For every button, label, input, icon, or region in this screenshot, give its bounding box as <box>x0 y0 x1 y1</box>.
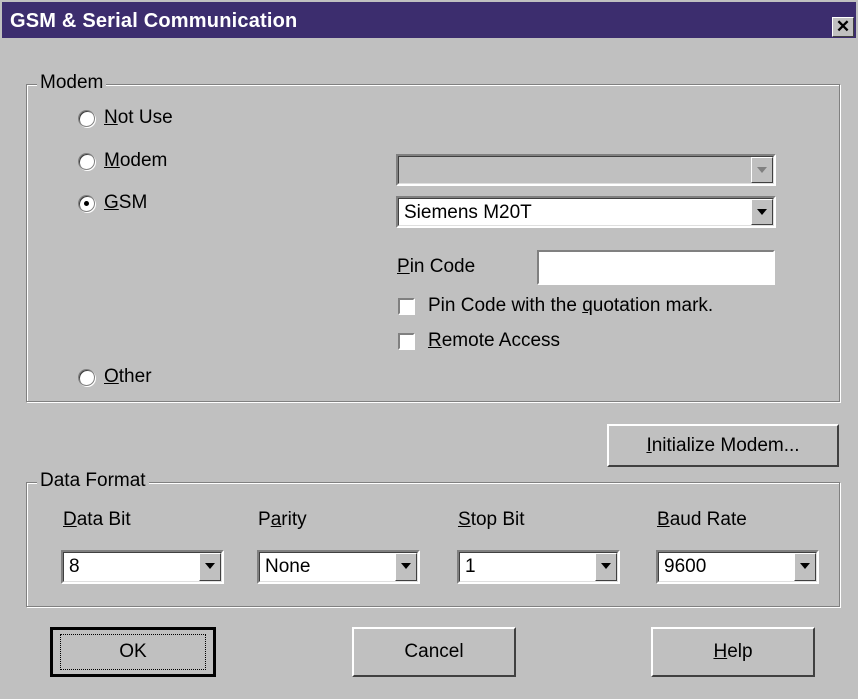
combo-frame <box>398 156 774 184</box>
parity-value: None <box>265 556 311 577</box>
pin-quotation-label: Pin Code with the quotation mark. <box>428 295 714 316</box>
radio-gsm-label: GSM <box>104 192 148 213</box>
chevron-down-icon[interactable] <box>595 553 617 581</box>
data-bit-label: Data Bit <box>63 509 131 530</box>
chevron-down-icon[interactable] <box>751 157 773 183</box>
cancel-button[interactable]: Cancel <box>352 627 516 677</box>
pin-quotation-checkbox[interactable] <box>398 297 415 315</box>
radio-gsm[interactable]: GSM <box>78 192 147 214</box>
title-bar[interactable]: GSM & Serial Communication <box>2 2 856 38</box>
radio-modem[interactable]: Modem <box>78 150 167 172</box>
parity-label: Parity <box>258 509 307 530</box>
baud-rate-label: Baud Rate <box>657 509 747 530</box>
data-bit-value: 8 <box>69 556 80 577</box>
window-title: GSM & Serial Communication <box>10 10 298 32</box>
radio-modem-label: Modem <box>104 150 168 171</box>
stop-bit-label: Stop Bit <box>458 509 525 530</box>
close-button[interactable]: ✕ <box>832 17 854 37</box>
initialize-modem-label: Initialize Modem... <box>646 434 800 456</box>
radio-gsm-indicator[interactable] <box>78 194 95 212</box>
chevron-down-icon[interactable] <box>794 553 816 581</box>
modem-groupbox: Modem <box>26 72 840 402</box>
cancel-label: Cancel <box>404 641 464 662</box>
gsm-serial-dialog: GSM & Serial Communication ✕ Modem Not U… <box>0 0 858 699</box>
radio-other-label: Other <box>104 366 152 387</box>
chevron-down-icon[interactable] <box>395 553 417 581</box>
stop-bit-combo[interactable]: 1 <box>457 550 620 584</box>
initialize-modem-button[interactable]: Initialize Modem... <box>607 424 839 467</box>
stop-bit-value: 1 <box>465 556 476 577</box>
remote-access-label: Remote Access <box>428 330 561 351</box>
remote-access-checkbox[interactable] <box>398 332 415 350</box>
data-format-groupbox: Data Format <box>26 470 840 607</box>
pin-code-input[interactable] <box>537 250 775 285</box>
radio-not-use-label: Not Use <box>104 107 173 128</box>
radio-other[interactable]: Other <box>78 366 152 388</box>
close-icon: ✕ <box>835 17 851 36</box>
help-label: Help <box>713 641 753 662</box>
chevron-down-icon[interactable] <box>751 199 773 225</box>
radio-not-use-indicator[interactable] <box>78 109 95 127</box>
data-bit-combo[interactable]: 8 <box>61 550 224 584</box>
baud-rate-value: 9600 <box>664 556 707 577</box>
data-format-group-label: Data Format <box>37 470 149 492</box>
ok-label: OK <box>60 634 206 670</box>
ok-button[interactable]: OK <box>50 627 216 677</box>
modem-group-label: Modem <box>37 72 107 94</box>
radio-modem-indicator[interactable] <box>78 152 95 170</box>
parity-combo[interactable]: None <box>257 550 420 584</box>
help-button[interactable]: Help <box>651 627 815 677</box>
radio-other-indicator[interactable] <box>78 368 95 386</box>
pin-quotation-checkbox-row[interactable]: Pin Code with the quotation mark. <box>398 295 713 317</box>
gsm-model-value: Siemens M20T <box>404 202 532 223</box>
remote-access-checkbox-row[interactable]: Remote Access <box>398 330 560 352</box>
radio-not-use[interactable]: Not Use <box>78 107 173 129</box>
pin-code-label: Pin Code <box>397 256 476 277</box>
modem-type-combo[interactable] <box>396 154 776 186</box>
gsm-model-combo[interactable]: Siemens M20T <box>396 196 776 228</box>
baud-rate-combo[interactable]: 9600 <box>656 550 819 584</box>
chevron-down-icon[interactable] <box>199 553 221 581</box>
